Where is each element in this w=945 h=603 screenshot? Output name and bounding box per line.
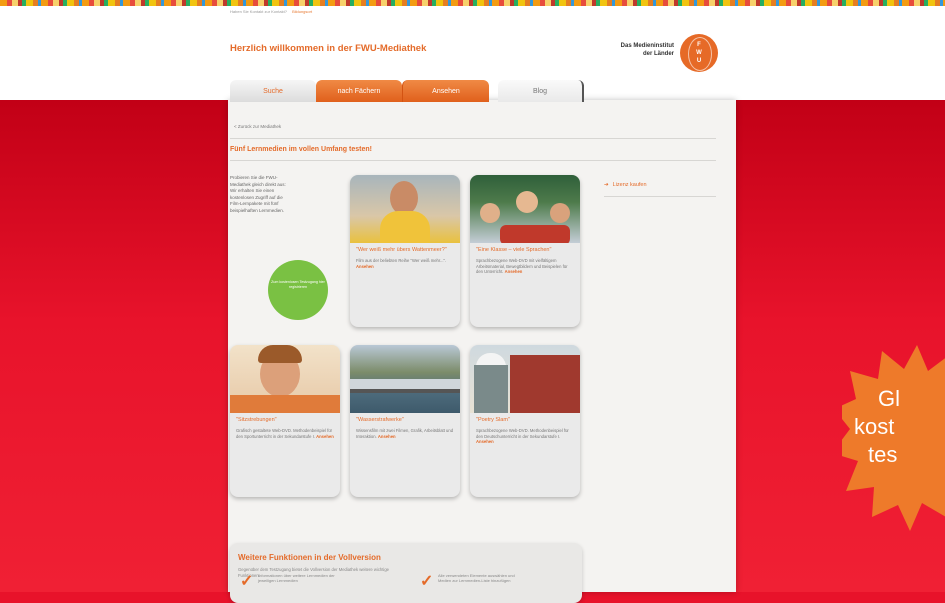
promo-line: Gl — [878, 386, 900, 411]
license-link-label: Lizenz kaufen — [612, 182, 647, 188]
card-desc: Film aus der beliebten Reihe "Wer weiß m… — [350, 254, 460, 269]
card-title: "Wasserstrafwerke" — [356, 417, 404, 423]
top-link[interactable]: Haben Sie Kontakt zur Kontakt? — [230, 9, 287, 14]
register-badge[interactable]: Zum kostenlosen Testzugang hier registri… — [268, 260, 328, 320]
card-more-link[interactable]: Ansehen — [378, 434, 396, 439]
promo-star-badge[interactable]: Gl kost tes — [832, 345, 945, 585]
checkmark-icon: ✓ — [240, 573, 254, 590]
main-tabs: Suche nach Fächern Ansehen Blog — [230, 80, 590, 102]
media-card[interactable]: "Wasserstrafwerke" Wissensfilm mit zwei … — [350, 345, 460, 497]
media-card[interactable]: "Wer weiß mehr übers Wattenmeer?" Film a… — [350, 175, 460, 327]
card-desc: Sprachbezogene Web-DVD mit vielfältigem … — [470, 254, 580, 275]
divider — [604, 196, 716, 197]
card-desc: Wissensfilm mit zwei Filmen, Grafik, Arb… — [350, 424, 460, 439]
card-image — [350, 175, 460, 243]
card-title: "Sitzstrebungen" — [236, 417, 277, 423]
features-title: Weitere Funktionen in der Vollversion — [238, 553, 381, 562]
divider — [230, 160, 716, 161]
fwu-logo[interactable]: Das Medieninstitut der Länder F W U — [598, 34, 718, 78]
tab-faecher[interactable]: nach Fächern — [316, 80, 402, 102]
arrow-right-icon: ➔ — [604, 182, 609, 188]
card-image — [470, 175, 580, 243]
section-title: Fünf Lernmedien im vollen Umfang testen! — [230, 146, 372, 153]
media-card[interactable]: "Poetry Slam" Sprachbezogene Web-DVD. Me… — [470, 345, 580, 497]
top-links: Haben Sie Kontakt zur Kontakt? Bildungso… — [230, 9, 312, 14]
intro-text: Probieren Sie die FWU-Mediathek gleich d… — [230, 175, 286, 213]
card-desc-text: Wissensfilm mit zwei Filmen, Grafik, Arb… — [356, 428, 454, 439]
card-more-link[interactable]: Ansehen — [316, 434, 334, 439]
top-link[interactable]: Bildungsort — [292, 9, 312, 14]
logo-letters: F W U — [696, 42, 702, 64]
license-link[interactable]: ➔ Lizenz kaufen — [604, 182, 647, 188]
card-title: "Poetry Slam" — [476, 417, 510, 423]
card-more-link[interactable]: Ansehen — [476, 439, 494, 444]
logo-text-line: Das Medieninstitut — [620, 43, 674, 49]
card-desc-text: Film aus der beliebten Reihe "Wer weiß m… — [356, 258, 447, 263]
card-title: "Eine Klasse – viele Sprachen" — [476, 247, 552, 253]
card-desc-text: Sprachbezogene Web-DVD. Methodenbeispiel… — [476, 428, 569, 439]
card-title: "Wer weiß mehr übers Wattenmeer?" — [356, 247, 447, 253]
tab-ansehen[interactable]: Ansehen — [402, 80, 489, 102]
feature-item: Alle verwendeten Elemente auswählen und … — [438, 573, 515, 583]
card-desc: Sprachbezogene Web-DVD. Methodenbeispiel… — [470, 424, 580, 445]
promo-line: tes — [868, 442, 898, 467]
breadcrumb[interactable]: < Zurück zur Mediathek — [234, 124, 281, 129]
card-image — [470, 345, 580, 413]
card-more-link[interactable]: Ansehen — [505, 269, 523, 274]
card-more-link[interactable]: Ansehen — [356, 264, 374, 269]
media-card[interactable]: "Sitzstrebungen" Grafisch gestaltete Web… — [230, 345, 340, 497]
card-image — [350, 345, 460, 413]
promo-star-text: Gl kost tes — [854, 385, 900, 469]
media-card[interactable]: "Eine Klasse – viele Sprachen" Sprachbez… — [470, 175, 580, 327]
card-image — [230, 345, 340, 413]
logo-text: Das Medieninstitut der Länder — [598, 42, 674, 58]
feature-item: Informationen über weitere Lernmedien de… — [258, 573, 335, 583]
promo-line: kost — [854, 414, 895, 439]
checkmark-icon: ✓ — [420, 573, 434, 590]
tab-suche[interactable]: Suche — [230, 80, 316, 102]
site-title: Herzlich willkommen in der FWU-Mediathek — [230, 43, 427, 54]
card-desc: Grafisch gestaltete Web-DVD. Methodenbei… — [230, 424, 340, 439]
logo-text-line: der Länder — [642, 51, 674, 57]
logo-emblem: F W U — [680, 34, 718, 72]
divider — [230, 138, 716, 139]
tab-blog[interactable]: Blog — [498, 80, 584, 102]
